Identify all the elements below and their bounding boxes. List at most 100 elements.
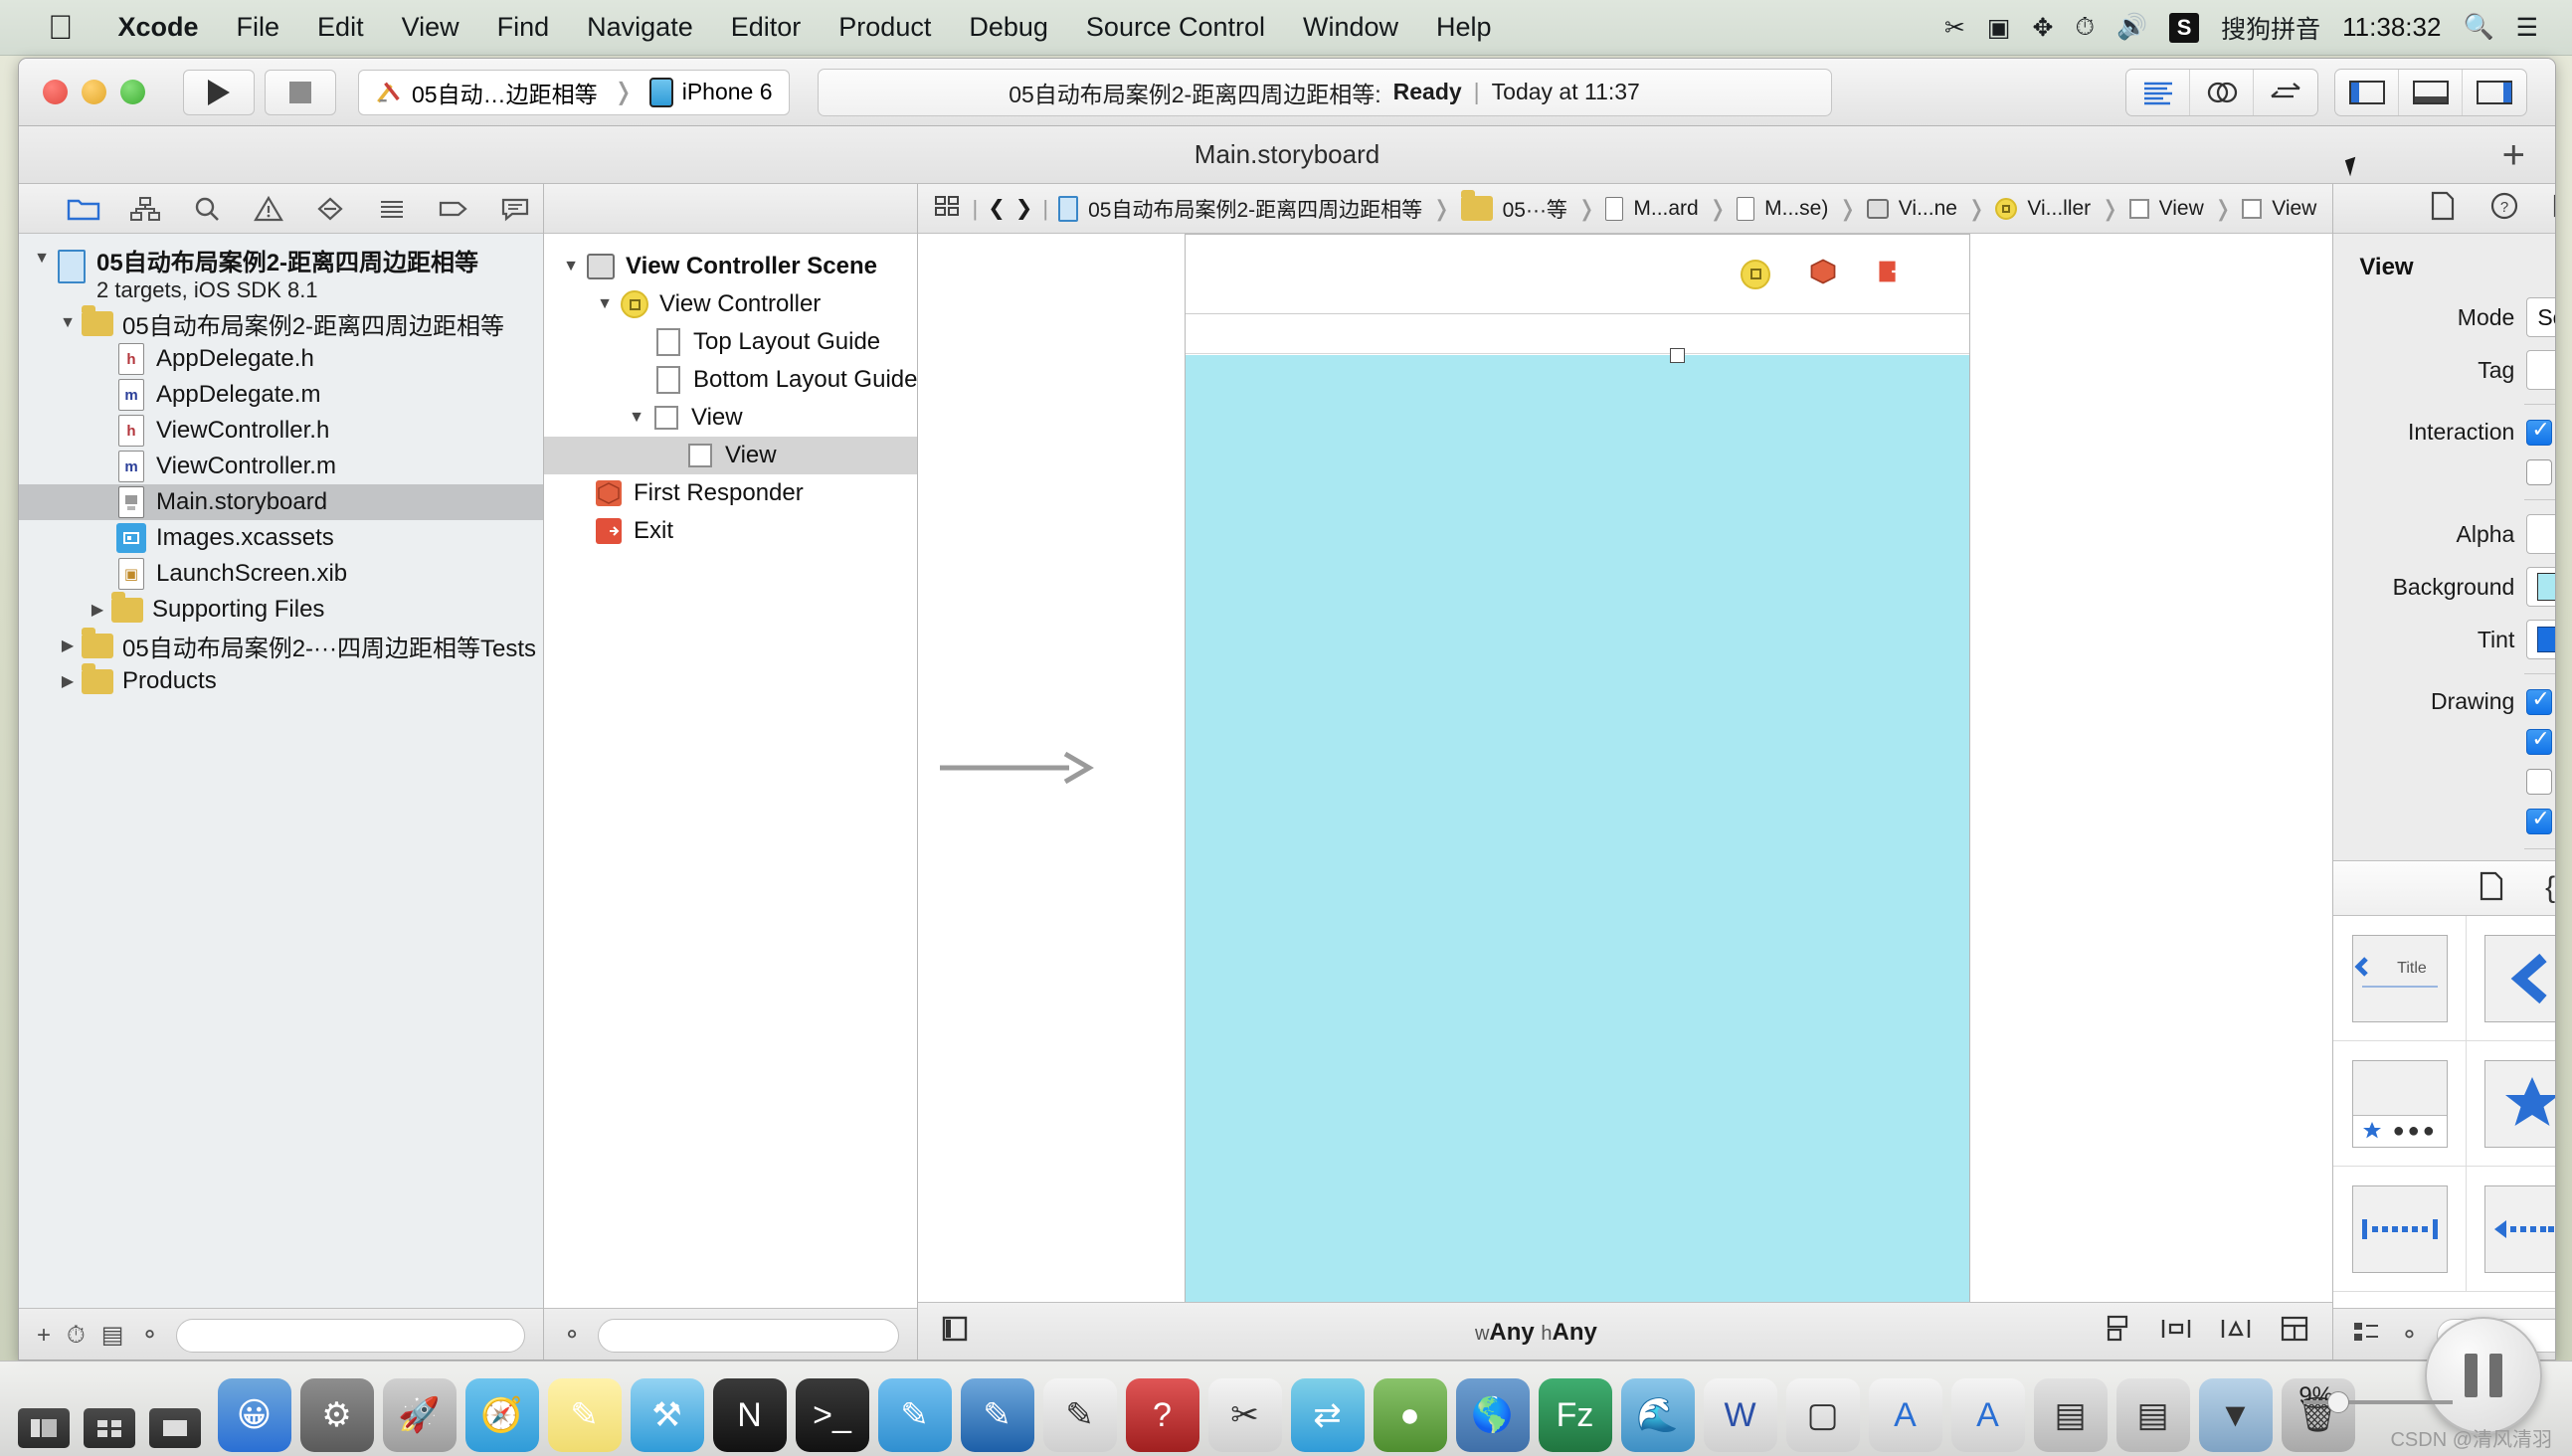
autoresize-subviews-checkbox[interactable] xyxy=(2526,806,2553,834)
tree-row-file[interactable]: Images.xcassets xyxy=(19,520,543,556)
view-controller-scene-canvas[interactable] xyxy=(1185,234,1971,1302)
menu-item-source-control[interactable]: Source Control xyxy=(1067,12,1284,43)
dock-pages-icon[interactable]: ✎ xyxy=(1042,1378,1117,1452)
disclosure-triangle-icon[interactable]: ▼ xyxy=(592,295,618,313)
clear-filter-icon[interactable]: ⚬ xyxy=(562,1321,582,1350)
multiple-touch-checkbox[interactable] xyxy=(2526,458,2553,485)
user-interaction-checkbox[interactable] xyxy=(2526,417,2553,446)
editor-mode-segment[interactable] xyxy=(2125,68,2318,116)
disclosure-triangle-icon[interactable]: ▼ xyxy=(624,409,649,427)
library-item[interactable] xyxy=(2466,1167,2555,1292)
run-button[interactable] xyxy=(183,69,255,115)
menu-item-debug[interactable]: Debug xyxy=(950,12,1067,43)
menu-item-edit[interactable]: Edit xyxy=(298,12,383,43)
zoom-slider-knob[interactable] xyxy=(2327,1391,2349,1413)
outline-filter-input[interactable] xyxy=(598,1318,900,1353)
assistive-touch-button[interactable] xyxy=(2425,1317,2542,1434)
align-button[interactable] xyxy=(2102,1314,2133,1351)
zoom-slider[interactable] xyxy=(2303,1391,2453,1413)
user-interaction-checkbox-row[interactable]: User Interaction Enabled xyxy=(2526,417,2555,446)
outline-row-first-responder[interactable]: First Responder xyxy=(544,474,917,512)
dock-terminal-icon[interactable]: >_ xyxy=(795,1378,869,1452)
menu-item-view[interactable]: View xyxy=(383,12,478,43)
disclosure-triangle-icon[interactable]: ▶ xyxy=(55,671,81,691)
dock-stack-icon[interactable]: ▤ xyxy=(2115,1378,2190,1452)
dock-xcode-icon[interactable]: ⚒ xyxy=(630,1378,704,1452)
dock-sublime-icon[interactable]: ✎ xyxy=(877,1378,952,1452)
disclosure-triangle-icon[interactable]: ▼ xyxy=(558,258,584,275)
sogou-ime-icon[interactable]: S xyxy=(2169,12,2200,43)
clip-subviews-checkbox[interactable] xyxy=(2526,768,2553,795)
mission-control-icon[interactable] xyxy=(18,1408,70,1448)
dock-font-icon[interactable]: A xyxy=(1950,1378,2025,1452)
dock-ide-icon[interactable]: ✎ xyxy=(960,1378,1034,1452)
breadcrumb-1[interactable]: 05···等 xyxy=(1503,194,1567,224)
outline-row-view-controller[interactable]: ▼ View Controller xyxy=(544,285,917,323)
breadcrumb-4[interactable]: Vi...ne xyxy=(1899,197,1957,221)
desktop-icon[interactable] xyxy=(149,1408,201,1448)
dock-filezilla-icon[interactable]: Fz xyxy=(1538,1378,1612,1452)
library-item[interactable]: ●●● xyxy=(2333,1041,2467,1167)
tag-input[interactable]: 0 xyxy=(2526,350,2555,390)
debug-navigator-icon[interactable] xyxy=(361,186,423,232)
clear-filter-icon[interactable]: ⚬ xyxy=(139,1321,159,1350)
breakpoint-navigator-icon[interactable] xyxy=(423,186,484,232)
tree-row-group[interactable]: ▶ Supporting Files xyxy=(19,591,543,628)
disclosure-triangle-icon[interactable]: ▼ xyxy=(29,250,55,268)
symbol-navigator-icon[interactable] xyxy=(114,186,176,232)
panel-toggle-segment[interactable] xyxy=(2334,68,2527,116)
tint-select[interactable]: Default xyxy=(2526,620,2555,659)
library-item[interactable] xyxy=(2466,1041,2555,1167)
outline-row-view[interactable]: ▼ View xyxy=(544,399,917,437)
close-button[interactable] xyxy=(43,80,68,104)
mode-select[interactable]: Scale To Fill xyxy=(2526,297,2555,337)
breadcrumb-7[interactable]: View xyxy=(2272,197,2316,221)
window-controls[interactable] xyxy=(19,80,171,104)
menu-item-editor[interactable]: Editor xyxy=(712,12,821,43)
file-template-library-icon[interactable] xyxy=(2480,871,2503,906)
outline-row-bottom-layout-guide[interactable]: Bottom Layout Guide xyxy=(544,361,917,399)
scheme-selector[interactable]: 05自动…边距相等 ❭ iPhone 6 xyxy=(358,69,790,115)
identity-inspector-icon[interactable] xyxy=(2553,192,2555,225)
stop-button[interactable] xyxy=(265,69,336,115)
version-editor-icon[interactable] xyxy=(2254,70,2317,115)
navigator-filter-input[interactable] xyxy=(175,1318,525,1353)
dock-calculator-icon[interactable]: ▤ xyxy=(2033,1378,2108,1452)
source-control-filter-icon[interactable]: ▤ xyxy=(101,1321,124,1350)
breadcrumb-0[interactable]: 05自动布局案例2-距离四周边距相等 xyxy=(1088,194,1422,224)
dock-fontbook-icon[interactable]: ▢ xyxy=(1785,1378,1860,1452)
apple-logo-icon[interactable]:  xyxy=(0,11,99,45)
library-item[interactable]: Title xyxy=(2333,916,2467,1041)
object-library-grid[interactable]: Title Edit It xyxy=(2333,916,2555,1308)
tree-row-products-group[interactable]: ▶ Products xyxy=(19,662,543,699)
breadcrumb-6[interactable]: View xyxy=(2159,197,2204,221)
dock-snip-icon[interactable]: ✂ xyxy=(1207,1378,1282,1452)
library-list-view-icon[interactable] xyxy=(2351,1319,2381,1352)
autoresize-subviews-checkbox-row[interactable]: Autoresize Subviews xyxy=(2526,806,2555,834)
breadcrumb-5[interactable]: Vi...ller xyxy=(2027,197,2091,221)
resizing-behaviour-button[interactable] xyxy=(2279,1314,2310,1351)
menu-item-find[interactable]: Find xyxy=(478,12,569,43)
clear-filter-icon[interactable]: ⚬ xyxy=(2399,1321,2419,1350)
assistant-editor-icon[interactable] xyxy=(2190,69,2254,115)
library-item[interactable] xyxy=(2333,1167,2467,1292)
breadcrumb-3[interactable]: M...se) xyxy=(1764,197,1828,221)
storyboard-canvas[interactable] xyxy=(918,234,2333,1302)
issue-navigator-icon[interactable] xyxy=(238,186,299,232)
recent-filter-icon[interactable]: ⏱ xyxy=(67,1322,86,1350)
tree-row-file[interactable]: h ViewController.h xyxy=(19,413,543,449)
background-color-well[interactable] xyxy=(2526,567,2555,607)
clip-subviews-checkbox-row[interactable]: Clip Subviews xyxy=(2526,768,2555,795)
toggle-debug-area-icon[interactable] xyxy=(2399,69,2463,115)
clears-graphics-checkbox-row[interactable]: Clears Graphics Context xyxy=(2526,726,2555,755)
scheme-device[interactable]: iPhone 6 xyxy=(634,77,789,107)
menu-item-xcode[interactable]: Xcode xyxy=(99,12,218,43)
tree-row-project[interactable]: ▼ 05自动布局案例2-距离四周边距相等 2 targets, iOS SDK … xyxy=(19,248,543,305)
outline-row-scene[interactable]: ▼ View Controller Scene xyxy=(544,248,917,285)
selected-subview[interactable] xyxy=(1186,355,1970,1302)
dock-safari-icon[interactable]: 🧭 xyxy=(464,1378,539,1452)
dock-green-app-icon[interactable]: ● xyxy=(1373,1378,1447,1452)
timemachine-clock-icon[interactable]: ⏱ xyxy=(2075,13,2095,42)
toggle-utilities-icon[interactable] xyxy=(2463,70,2526,115)
tree-row-file[interactable]: m AppDelegate.m xyxy=(19,377,543,413)
